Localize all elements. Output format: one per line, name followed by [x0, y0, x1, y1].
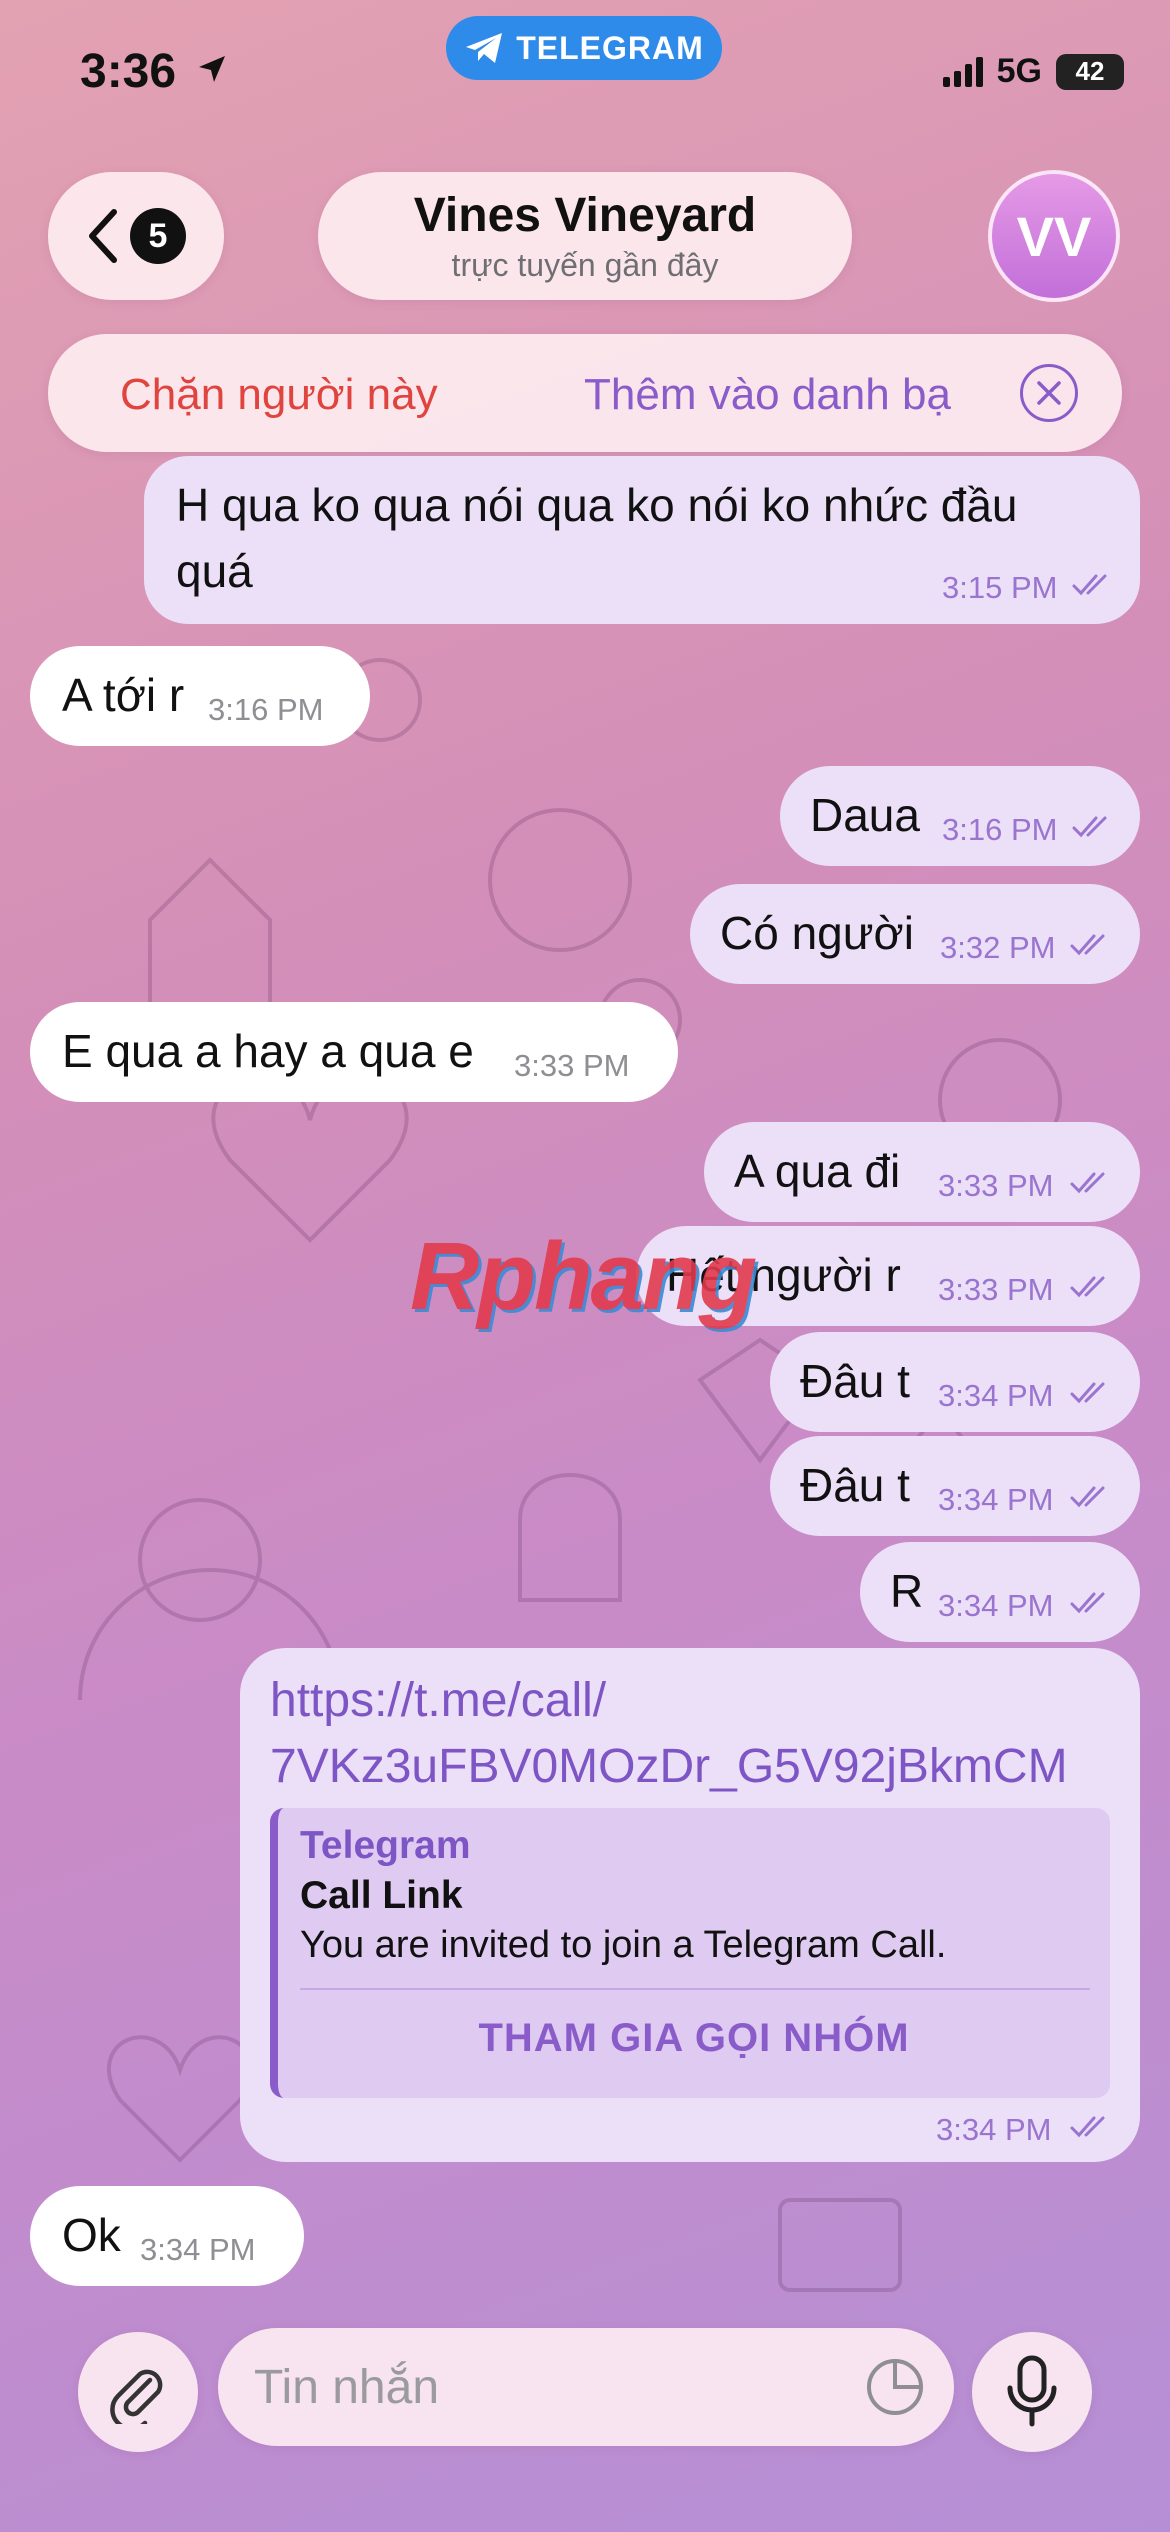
location-arrow-icon	[199, 56, 225, 82]
read-checkmarks-icon	[1070, 934, 1105, 956]
preview-site-name: Telegram	[300, 1824, 471, 1867]
network-type: 5G	[996, 52, 1042, 90]
call-link-url-line2: 7VKz3uFBV0MOzDr_G5V92jBkmCM	[270, 1740, 1068, 1793]
message-bubble-incoming[interactable]: A tới r 3:16 PM	[30, 646, 370, 746]
message-time: 3:16 PM	[208, 692, 324, 727]
read-checkmarks-icon	[1070, 2116, 1105, 2138]
message-bubble-outgoing[interactable]: Đâu t 3:34 PM	[770, 1332, 1140, 1432]
read-checkmarks-icon	[1070, 1276, 1105, 1298]
read-checkmarks-icon	[1072, 574, 1107, 596]
message-bubble-outgoing[interactable]: A qua đi 3:33 PM	[704, 1122, 1140, 1222]
message-bubble-incoming[interactable]: Ok 3:34 PM	[30, 2186, 304, 2286]
message-time: 3:15 PM	[942, 570, 1058, 605]
watermark-logo: Rphang	[410, 1223, 757, 1330]
message-input[interactable]: Tin nhắn	[218, 2328, 954, 2446]
message-bubble-outgoing[interactable]: Đâu t 3:34 PM	[770, 1436, 1140, 1536]
telegram-plane-icon	[466, 33, 503, 63]
message-time: 3:16 PM	[942, 812, 1058, 847]
contact-status: trực tuyến gần đây	[451, 247, 719, 283]
message-time: 3:34 PM	[936, 2112, 1052, 2147]
message-text: R	[890, 1565, 924, 1617]
message-time: 3:34 PM	[938, 1588, 1054, 1623]
message-time: 3:32 PM	[940, 930, 1056, 965]
message-text: E qua a hay a qua e	[62, 1025, 474, 1077]
sticker-icon[interactable]	[864, 2356, 926, 2418]
message-text-line2: quá	[176, 545, 253, 597]
battery-level: 42	[1075, 56, 1105, 86]
link-preview-card[interactable]: Telegram Call Link You are invited to jo…	[270, 1808, 1110, 2098]
chevron-left-icon	[89, 209, 117, 263]
preview-title: Call Link	[300, 1874, 463, 1917]
message-bubble-incoming[interactable]: E qua a hay a qua e 3:33 PM	[30, 1002, 678, 1102]
call-link-url[interactable]: https://t.me/call/ 7VKz3uFBV0MOzDr_G5V92…	[270, 1668, 1068, 1800]
microphone-button[interactable]	[972, 2332, 1092, 2452]
message-bubble-outgoing[interactable]: Có người 3:32 PM	[690, 884, 1140, 984]
contact-action-bar: Chặn người này Thêm vào danh bạ	[48, 334, 1122, 452]
read-checkmarks-icon	[1070, 1382, 1105, 1404]
message-time: 3:33 PM	[938, 1168, 1054, 1203]
avatar[interactable]: VV	[988, 170, 1120, 302]
message-text: Ok	[62, 2209, 121, 2261]
preview-description: You are invited to join a Telegram Call.	[300, 1924, 947, 1966]
close-icon	[1037, 381, 1061, 405]
message-text: Đâu t	[800, 1459, 910, 1511]
message-time: 3:34 PM	[938, 1378, 1054, 1413]
message-bubble-outgoing[interactable]: R 3:34 PM	[860, 1542, 1140, 1642]
unread-count-badge: 5	[130, 208, 186, 264]
close-action-bar-button[interactable]	[1020, 364, 1078, 422]
preview-divider	[300, 1988, 1090, 1990]
message-text: H qua ko qua nói qua ko nói ko nhức đầu	[176, 479, 1018, 531]
back-button[interactable]: 5	[48, 172, 224, 300]
message-bubble-outgoing[interactable]: H qua ko qua nói qua ko nói ko nhức đầu …	[144, 456, 1140, 624]
message-input-placeholder: Tin nhắn	[254, 2361, 440, 2414]
message-text: Daua	[810, 789, 920, 841]
message-time: 3:34 PM	[938, 1482, 1054, 1517]
call-link-url-line1: https://t.me/call/	[270, 1674, 607, 1727]
paperclip-icon	[110, 2369, 163, 2424]
block-user-button[interactable]: Chặn người này	[120, 370, 438, 420]
read-checkmarks-icon	[1070, 1172, 1105, 1194]
microphone-icon	[1007, 2355, 1057, 2427]
message-time: 3:33 PM	[938, 1272, 1054, 1307]
chat-title[interactable]: Vines Vineyard trực tuyến gần đây	[318, 172, 852, 300]
contact-name: Vines Vineyard	[413, 189, 757, 242]
message-text: Có người	[720, 907, 914, 959]
attach-button[interactable]	[78, 2332, 198, 2452]
message-text: Đâu t	[800, 1355, 910, 1407]
battery-icon: 42	[1056, 53, 1124, 90]
telegram-label: TELEGRAM	[516, 29, 704, 66]
message-text: A qua đi	[734, 1145, 901, 1197]
message-time: 3:34 PM	[140, 2232, 256, 2267]
message-bubble-outgoing[interactable]: Daua 3:16 PM	[780, 766, 1140, 866]
add-contact-button[interactable]: Thêm vào danh bạ	[584, 370, 951, 420]
status-indicators: 5G 42	[942, 52, 1124, 91]
status-time: 3:36	[80, 45, 177, 98]
read-checkmarks-icon	[1070, 1486, 1105, 1508]
message-time: 3:33 PM	[514, 1048, 630, 1083]
message-text: A tới r	[62, 669, 185, 721]
message-bubble-link[interactable]: https://t.me/call/ 7VKz3uFBV0MOzDr_G5V92…	[240, 1648, 1140, 2162]
telegram-badge[interactable]: TELEGRAM	[446, 16, 722, 80]
read-checkmarks-icon	[1070, 1592, 1105, 1614]
read-checkmarks-icon	[1072, 816, 1107, 838]
signal-icon	[942, 56, 983, 87]
join-group-call-button[interactable]: THAM GIA GỌI NHÓM	[278, 2016, 1110, 2061]
